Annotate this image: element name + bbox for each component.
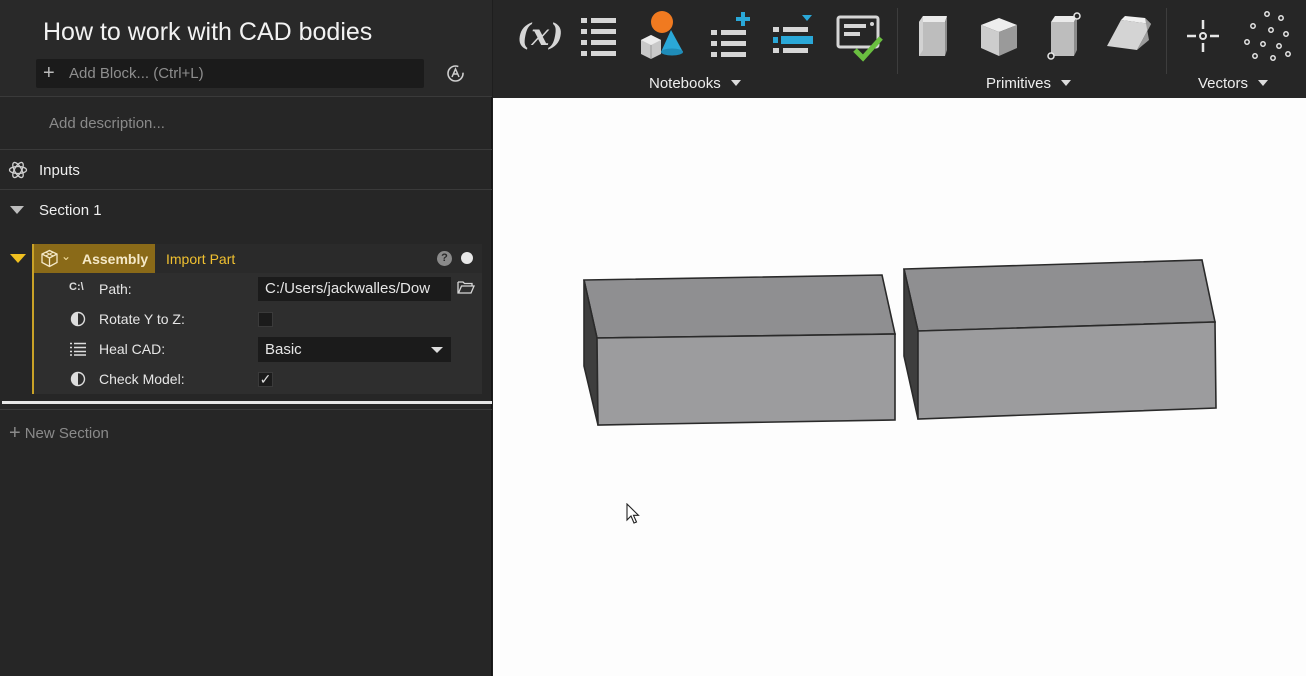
wedge-icon[interactable] — [1103, 10, 1155, 62]
dropdown-arrow-icon — [730, 80, 741, 86]
drive-path-icon: C:\ — [69, 281, 84, 293]
new-section-label: New Section — [24, 425, 109, 442]
inputs-row[interactable]: Inputs — [0, 151, 492, 190]
dropdown-arrow-icon — [1061, 80, 1072, 86]
block-collapse-icon[interactable] — [10, 254, 26, 263]
point-icon[interactable] — [1177, 10, 1229, 62]
list-icon[interactable] — [573, 10, 625, 62]
block-panel: How to work with CAD bodies + Add descri… — [0, 0, 492, 676]
check-report-icon[interactable] — [833, 10, 885, 62]
check-model-property: Check Model: ✓ — [34, 364, 482, 394]
check-model-checkbox[interactable]: ✓ — [258, 372, 273, 387]
toolbar-separator — [897, 8, 898, 74]
assembly-type-tab[interactable]: ⌄ Assembly — [34, 244, 155, 273]
toolbar-separator — [1166, 8, 1167, 74]
block-name[interactable]: Import Part — [166, 251, 235, 267]
3d-viewport[interactable] — [493, 98, 1306, 676]
heal-value: Basic — [265, 341, 302, 358]
panel-header: How to work with CAD bodies + — [0, 0, 492, 97]
dropdown-arrow-icon — [1258, 80, 1269, 86]
half-circle-icon — [70, 311, 86, 327]
dropdown-arrow-icon — [431, 347, 443, 353]
primitives-menu[interactable]: Primitives — [986, 75, 1072, 92]
list-icon — [70, 342, 86, 356]
ribbon-toolbar: (x) Notebooks Primitives Vectors — [493, 0, 1306, 98]
divider — [0, 409, 492, 410]
inputs-label: Inputs — [39, 162, 80, 179]
cube-icon[interactable] — [973, 10, 1025, 62]
description-field[interactable]: Add description... — [0, 98, 492, 150]
notebooks-menu[interactable]: Notebooks — [649, 75, 741, 92]
plus-icon: + — [9, 422, 21, 444]
new-section-button[interactable]: + New Section — [9, 422, 109, 445]
add-block-field[interactable]: + — [36, 59, 424, 88]
variables-icon: (x) — [517, 18, 564, 53]
assembly-label: Assembly — [82, 251, 149, 267]
section-row[interactable]: Section 1 — [0, 191, 492, 231]
status-dot-icon[interactable] — [461, 252, 473, 264]
half-circle-icon — [70, 371, 86, 387]
check-model-label: Check Model: — [99, 371, 185, 387]
shapes-icon[interactable] — [637, 10, 689, 62]
help-icon[interactable]: ? — [437, 251, 452, 266]
document-title[interactable]: How to work with CAD bodies — [43, 18, 372, 47]
variables-button[interactable]: (x) — [511, 10, 563, 62]
auto-run-icon[interactable] — [445, 63, 466, 84]
primitives-label: Primitives — [986, 75, 1052, 92]
section-end-divider — [2, 401, 492, 404]
block-header: ⌄ Assembly Import Part ? — [34, 244, 482, 273]
folder-open-icon[interactable] — [457, 280, 475, 295]
import-part-block: ⌄ Assembly Import Part ? C:\ Path: C:/Us… — [32, 244, 482, 394]
rotate-property: Rotate Y to Z: — [34, 304, 482, 334]
path-input[interactable]: C:/Users/jackwalles/Dow — [258, 277, 451, 301]
mouse-cursor-icon — [626, 503, 640, 524]
rotate-checkbox[interactable] — [258, 312, 273, 327]
assembly-cube-icon — [41, 249, 58, 268]
rotate-label: Rotate Y to Z: — [99, 311, 185, 327]
box-icon[interactable] — [909, 10, 961, 62]
path-property: C:\ Path: C:/Users/jackwalles/Dow — [34, 274, 482, 304]
scene-canvas[interactable] — [493, 98, 1306, 676]
atom-icon — [8, 161, 28, 179]
notebooks-label: Notebooks — [649, 75, 721, 92]
vectors-label: Vectors — [1198, 75, 1249, 92]
collapse-triangle-icon[interactable] — [10, 206, 24, 214]
heal-label: Heal CAD: — [99, 341, 166, 357]
path-label: Path: — [99, 281, 132, 297]
box-vertex-icon[interactable] — [1039, 10, 1091, 62]
plus-icon: + — [43, 62, 55, 84]
cad-body-1[interactable] — [583, 274, 896, 426]
add-block-input[interactable] — [69, 59, 414, 88]
chevron-down-icon[interactable]: ⌄ — [61, 249, 71, 263]
point-cloud-icon[interactable] — [1241, 10, 1293, 62]
insert-list-icon[interactable] — [767, 10, 819, 62]
cad-body-2[interactable] — [903, 259, 1217, 420]
description-placeholder: Add description... — [49, 115, 165, 132]
heal-property: Heal CAD: Basic — [34, 334, 482, 364]
heal-cad-select[interactable]: Basic — [258, 337, 451, 362]
section-label: Section 1 — [39, 202, 102, 219]
vectors-menu[interactable]: Vectors — [1198, 75, 1269, 92]
add-list-icon[interactable] — [703, 10, 755, 62]
